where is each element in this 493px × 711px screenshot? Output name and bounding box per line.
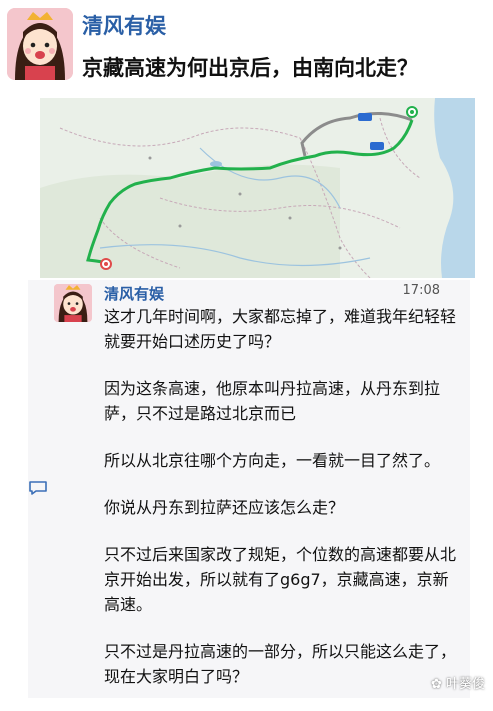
g7-badge [370,142,384,150]
chat-timestamp: 17:08 [402,283,440,298]
chat-avatar-illustration [54,284,92,322]
comment-icon[interactable] [28,480,48,500]
message-paragraph: 你说从丹东到拉萨还应该怎么走？ [104,498,345,517]
avatar-illustration [7,8,73,80]
post-author-name[interactable]: 清风有娱 [82,10,166,40]
message-paragraph: 这才几年时间啊，大家都忘掉了，难道我年纪轻轻就要开始口述历史了吗？ [104,307,457,351]
route-map[interactable] [40,98,475,279]
watermark-text: 叶葵俊 [445,677,485,692]
message-paragraph: 只不过后来国家改了规矩，个位数的高速都要从北京开始出发，所以就有了g6g7，京藏… [104,545,457,614]
chat-message-body: 这才几年时间啊，大家都忘掉了，难道我年纪轻轻就要开始口述历史了吗？ 因为这条高速… [104,304,456,711]
chat-avatar[interactable] [54,284,92,322]
g6-badge [358,113,372,121]
watermark: ✿ 叶葵俊 [431,673,485,692]
avatar[interactable] [7,8,73,80]
map-end-pin[interactable] [100,258,112,270]
post-title: 京藏高速为何出京后，由南向北走？ [82,56,418,80]
message-paragraph: 因为这条高速，他原本叫丹拉高速，从丹东到拉萨，只不过是路过北京而已 [104,379,441,423]
message-paragraph: 只不过是丹拉高速的一部分，所以只能这么走了，现在大家明白了吗？ [104,642,457,686]
map-start-pin[interactable] [406,106,418,118]
chat-sender-name[interactable]: 清风有娱 [104,283,164,304]
map-canvas [40,98,475,279]
watermark-icon: ✿ [430,677,446,692]
chat-message-card: 清风有娱 17:08 这才几年时间啊，大家都忘掉了，难道我年纪轻轻就要开始口述历… [28,280,470,698]
message-paragraph: 所以从北京往哪个方向走，一看就一目了然了。 [104,451,441,470]
